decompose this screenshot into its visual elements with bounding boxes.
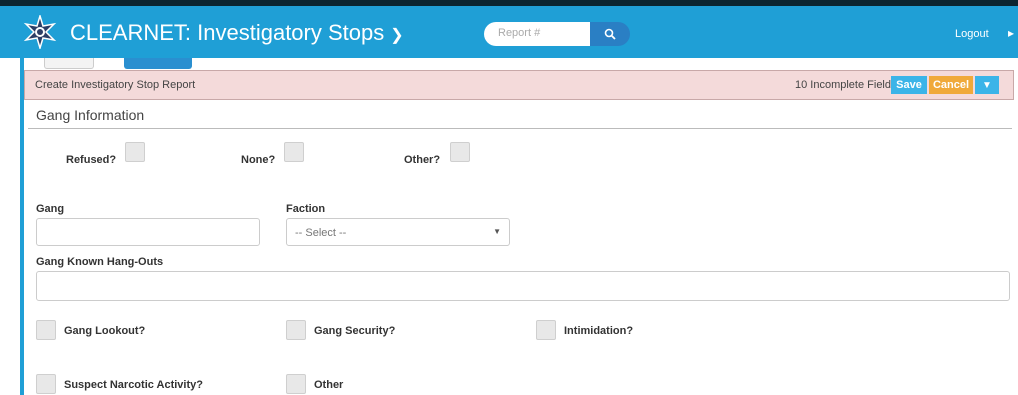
gang-security-checkbox[interactable] bbox=[286, 320, 306, 340]
app-title-text: CLEARNET: Investigatory Stops bbox=[70, 20, 385, 45]
gang-lookout-label: Gang Lookout? bbox=[64, 325, 146, 337]
report-title: Create Investigatory Stop Report bbox=[35, 79, 196, 91]
report-search-input[interactable]: Report # bbox=[484, 22, 590, 46]
report-action-bar: Create Investigatory Stop Report 10 Inco… bbox=[24, 70, 1014, 100]
hangouts-input[interactable] bbox=[36, 271, 1010, 301]
app-title-menu[interactable]: CLEARNET: Investigatory Stops ❯ bbox=[70, 20, 404, 46]
sub-tabs bbox=[30, 58, 1010, 70]
sub-tab[interactable] bbox=[44, 58, 94, 69]
faction-select[interactable]: -- Select -- ▼ bbox=[286, 218, 510, 246]
none-label: None? bbox=[241, 154, 276, 166]
search-icon bbox=[604, 28, 616, 40]
top-navbar: CLEARNET: Investigatory Stops ❯ Report # … bbox=[0, 0, 1018, 58]
other-bottom-label: Other bbox=[314, 379, 344, 391]
gang-security-label: Gang Security? bbox=[314, 325, 396, 337]
save-button[interactable]: Save bbox=[891, 76, 927, 94]
logout-link[interactable]: Logout bbox=[955, 28, 989, 40]
chevron-down-icon: ❯ bbox=[390, 27, 404, 44]
narcotic-activity-checkbox[interactable] bbox=[36, 374, 56, 394]
police-star-badge-icon[interactable] bbox=[22, 14, 58, 50]
caret-down-icon: ▼ bbox=[493, 227, 501, 236]
gang-label: Gang bbox=[36, 203, 65, 215]
more-actions-button[interactable]: ▼ bbox=[975, 76, 999, 94]
section-title: Gang Information bbox=[36, 107, 145, 123]
faction-label: Faction bbox=[286, 203, 326, 215]
sub-tab-active[interactable] bbox=[124, 58, 192, 69]
intimidation-checkbox[interactable] bbox=[536, 320, 556, 340]
incomplete-fields-count[interactable]: 10 Incomplete Fields bbox=[795, 79, 897, 91]
cancel-button[interactable]: Cancel bbox=[929, 76, 973, 94]
gang-input[interactable] bbox=[36, 218, 260, 246]
left-rail bbox=[20, 58, 24, 395]
other-top-label: Other? bbox=[404, 154, 441, 166]
search-button[interactable] bbox=[590, 22, 630, 46]
intimidation-label: Intimidation? bbox=[564, 325, 634, 337]
refused-label: Refused? bbox=[66, 154, 117, 166]
none-checkbox[interactable] bbox=[284, 142, 304, 162]
refused-checkbox[interactable] bbox=[125, 142, 145, 162]
faction-selected-value: -- Select -- bbox=[295, 227, 347, 239]
gang-lookout-checkbox[interactable] bbox=[36, 320, 56, 340]
window-top-edge bbox=[0, 0, 1018, 6]
overflow-icon[interactable]: ▸ bbox=[1008, 26, 1014, 40]
other-top-checkbox[interactable] bbox=[450, 142, 470, 162]
hangouts-label: Gang Known Hang-Outs bbox=[36, 256, 164, 268]
caret-down-icon: ▼ bbox=[982, 79, 992, 91]
narcotic-activity-label: Suspect Narcotic Activity? bbox=[64, 379, 203, 391]
other-bottom-checkbox[interactable] bbox=[286, 374, 306, 394]
section-divider bbox=[28, 128, 1012, 129]
